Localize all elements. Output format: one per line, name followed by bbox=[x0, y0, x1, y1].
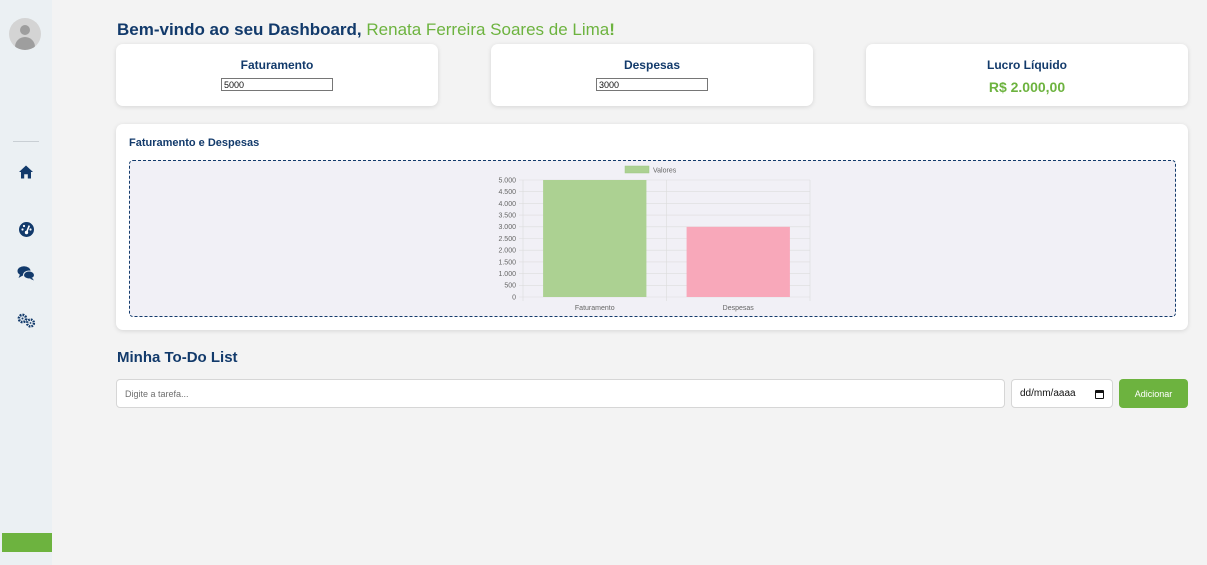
y-tick-label: 1.500 bbox=[498, 259, 516, 266]
chart-area: Valores 0 500 1.000 1.500 2.000 2.500 3.000 3.50… bbox=[129, 160, 1176, 317]
x-tick-label: Faturamento bbox=[575, 305, 615, 312]
avatar-head bbox=[20, 25, 30, 35]
chat-icon[interactable] bbox=[16, 263, 36, 283]
sidebar bbox=[0, 0, 52, 565]
task-input[interactable] bbox=[116, 379, 1005, 408]
y-tick-label: 4.000 bbox=[498, 201, 516, 208]
bar-chart: Valores 0 500 1.000 1.500 2.000 2.500 3.000 3.50… bbox=[498, 165, 811, 312]
y-tick-label: 2.000 bbox=[498, 248, 516, 255]
user-name: Renata Ferreira Soares de Lima bbox=[366, 20, 610, 39]
faturamento-input[interactable] bbox=[221, 78, 333, 91]
y-tick-label: 5.000 bbox=[498, 177, 516, 184]
date-placeholder: dd/mm/aaaa bbox=[1020, 388, 1076, 399]
despesas-input[interactable] bbox=[596, 78, 708, 91]
avatar[interactable] bbox=[9, 18, 41, 50]
avatar-body bbox=[15, 37, 35, 50]
sidebar-divider bbox=[13, 141, 39, 142]
calendar-icon[interactable] bbox=[1095, 390, 1104, 399]
welcome-prefix: Bem-vindo ao seu Dashboard, bbox=[117, 20, 367, 39]
despesas-label: Despesas bbox=[623, 58, 681, 72]
add-task-button[interactable]: Adicionar bbox=[1119, 379, 1188, 408]
home-icon[interactable] bbox=[16, 162, 36, 182]
y-tick-label: 0 bbox=[512, 294, 516, 301]
faturamento-card: Faturamento bbox=[116, 44, 438, 106]
bar-despesas bbox=[686, 226, 790, 297]
y-tick-label: 3.500 bbox=[498, 213, 516, 220]
despesas-card: Despesas bbox=[491, 44, 813, 106]
bar-faturamento bbox=[543, 180, 647, 297]
lucro-label: Lucro Líquido bbox=[987, 58, 1067, 72]
welcome-heading: Bem-vindo ao seu Dashboard, Renata Ferre… bbox=[117, 20, 615, 40]
sidebar-bottom-bar[interactable] bbox=[2, 533, 52, 552]
welcome-suffix: ! bbox=[609, 20, 615, 39]
y-tick-label: 500 bbox=[504, 283, 516, 290]
y-tick-label: 1.000 bbox=[498, 271, 516, 278]
lucro-card: Lucro Líquido R$ 2.000,00 bbox=[866, 44, 1188, 106]
dashboard-icon[interactable] bbox=[16, 219, 36, 239]
lucro-value: R$ 2.000,00 bbox=[988, 79, 1066, 95]
date-input[interactable]: dd/mm/aaaa bbox=[1011, 379, 1113, 408]
settings-icon[interactable] bbox=[16, 310, 36, 330]
x-tick-label: Despesas bbox=[723, 305, 755, 312]
todo-title: Minha To-Do List bbox=[117, 349, 238, 366]
chart-card: Faturamento e Despesas Valores 0 500 1.000 1… bbox=[116, 124, 1188, 330]
y-tick-label: 2.500 bbox=[498, 236, 516, 243]
faturamento-label: Faturamento bbox=[240, 58, 314, 72]
chart-title: Faturamento e Despesas bbox=[129, 137, 260, 149]
y-tick-label: 3.000 bbox=[498, 224, 516, 231]
legend-swatch bbox=[624, 165, 650, 174]
legend-label: Valores bbox=[653, 168, 677, 175]
y-tick-label: 4.500 bbox=[498, 189, 516, 196]
